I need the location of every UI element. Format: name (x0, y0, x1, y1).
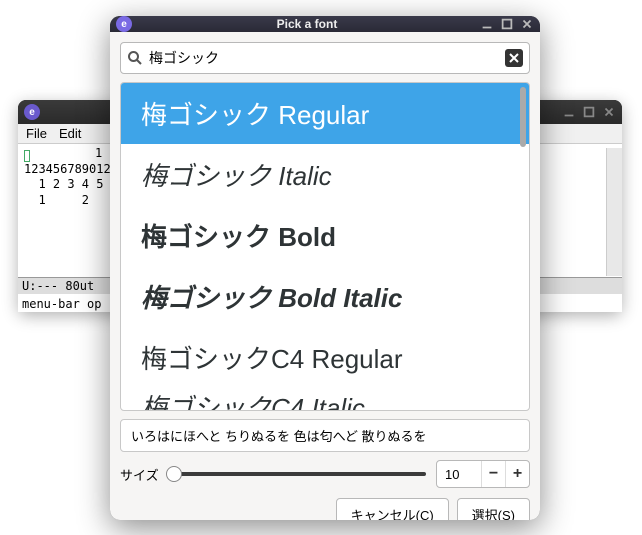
cancel-button[interactable]: キャンセル(C) (336, 498, 449, 520)
search-input[interactable] (149, 50, 499, 66)
close-icon[interactable] (520, 17, 534, 31)
dialog-titlebar[interactable]: e Pick a font (110, 16, 540, 32)
dialog-title: Pick a font (140, 17, 474, 31)
button-row: キャンセル(C) 選択(S) (120, 498, 530, 520)
minimize-icon[interactable] (562, 105, 576, 119)
minimize-icon[interactable] (480, 17, 494, 31)
emacs-app-icon: e (24, 104, 40, 120)
slider-track (169, 472, 426, 476)
size-decrease-button[interactable]: − (481, 461, 505, 487)
maximize-icon[interactable] (582, 105, 596, 119)
slider-thumb[interactable] (166, 466, 182, 482)
clear-search-button[interactable] (505, 49, 523, 67)
emacs-app-icon: e (116, 16, 132, 32)
size-label: サイズ (120, 465, 159, 484)
size-row: サイズ − + (120, 460, 530, 488)
font-dialog: e Pick a font 梅ゴシック Regular 梅ゴシック Italic… (110, 16, 540, 520)
size-input[interactable] (437, 467, 481, 482)
size-spinner: − + (436, 460, 530, 488)
list-scrollbar-thumb[interactable] (520, 87, 526, 147)
font-item[interactable]: 梅ゴシック Italic (121, 144, 529, 205)
maximize-icon[interactable] (500, 17, 514, 31)
search-field[interactable] (120, 42, 530, 74)
select-button[interactable]: 選択(S) (457, 498, 530, 520)
size-slider[interactable] (169, 464, 426, 484)
menu-edit[interactable]: Edit (59, 126, 81, 141)
font-item[interactable]: 梅ゴシック Regular (121, 83, 529, 144)
search-icon (127, 50, 143, 66)
dialog-body: 梅ゴシック Regular 梅ゴシック Italic 梅ゴシック Bold 梅ゴ… (110, 32, 540, 520)
font-item[interactable]: 梅ゴシック Bold (121, 205, 529, 266)
font-item[interactable]: 梅ゴシックC4 Regular (121, 327, 529, 388)
font-item[interactable]: 梅ゴシック Bold Italic (121, 266, 529, 327)
close-icon[interactable] (602, 105, 616, 119)
font-item[interactable]: 梅ゴシックC4 Italic (121, 388, 529, 410)
menu-file[interactable]: File (26, 126, 47, 141)
size-increase-button[interactable]: + (505, 461, 529, 487)
emacs-scrollbar[interactable] (606, 148, 622, 276)
backspace-icon (509, 53, 519, 63)
font-preview: いろはにほへと ちりぬるを 色は匂へど 散りぬるを (120, 419, 530, 452)
font-list[interactable]: 梅ゴシック Regular 梅ゴシック Italic 梅ゴシック Bold 梅ゴ… (120, 82, 530, 411)
